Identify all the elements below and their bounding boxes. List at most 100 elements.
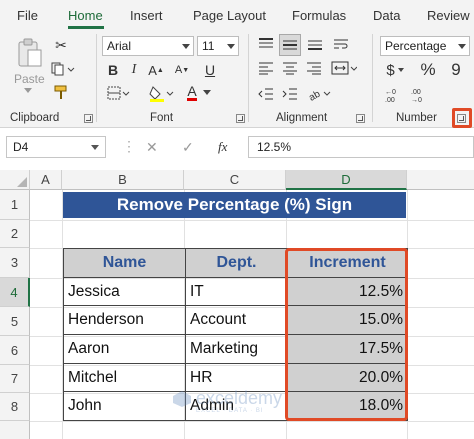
cell-name[interactable]: Mitchel	[63, 362, 186, 393]
enter-icon[interactable]: ✓	[182, 139, 194, 156]
tab-data[interactable]: Data	[373, 8, 400, 23]
gridline	[30, 421, 474, 422]
align-left-icon[interactable]	[256, 58, 276, 78]
clipboard-launcher-icon[interactable]	[84, 114, 93, 123]
comma-style-button[interactable]: 9	[446, 60, 466, 80]
clipboard-group-label: Clipboard	[10, 112, 60, 124]
alignment-group-label: Alignment	[276, 112, 328, 124]
column-header-c[interactable]: C	[184, 170, 286, 190]
decrease-decimal-icon[interactable]: .00 →0	[408, 84, 430, 106]
decrease-font-icon[interactable]: A ▼	[172, 60, 192, 80]
header-cell-name[interactable]: Name	[63, 248, 186, 278]
tab-page-layout[interactable]: Page Layout	[193, 8, 266, 23]
align-right-icon[interactable]	[304, 58, 324, 78]
column-header-a[interactable]: A	[30, 170, 62, 190]
font-family-select[interactable]: Arial	[102, 36, 194, 56]
cell-dept[interactable]: Admin	[185, 391, 288, 422]
ribbon-home: Paste ✂ Clipboard Arial 11 A ▲ A ▼ B I A U…	[0, 30, 474, 128]
font-group-label: Font	[150, 112, 174, 124]
underline-button[interactable]: U	[200, 60, 220, 80]
name-box[interactable]: D4	[6, 136, 106, 158]
cell-increment[interactable]: 17.5%	[287, 334, 408, 364]
percent-button[interactable]: %	[418, 60, 438, 80]
copy-icon[interactable]	[50, 60, 76, 78]
number-launcher-highlight	[452, 108, 472, 128]
cell-increment[interactable]: 15.0%	[287, 305, 408, 336]
ribbon-tab-bar: File Home Insert Page Layout Formulas Da…	[0, 0, 474, 30]
paste-dropdown-icon[interactable]	[24, 88, 32, 93]
merge-center-icon[interactable]	[330, 58, 358, 78]
group-divider	[96, 34, 97, 122]
row-header-1[interactable]: 1	[0, 190, 30, 220]
tab-home[interactable]: Home	[68, 8, 103, 23]
cell-name[interactable]: Jessica	[63, 276, 186, 307]
increase-font-icon[interactable]: A ▲	[146, 60, 166, 80]
header-cell-increment[interactable]: Increment	[287, 248, 408, 278]
italic-button[interactable]: I	[124, 60, 144, 80]
column-header-b[interactable]: B	[62, 170, 184, 190]
row-header-5[interactable]: 5	[0, 307, 30, 336]
svg-text:→0: →0	[411, 97, 422, 104]
borders-icon[interactable]	[104, 84, 134, 104]
row-header-8[interactable]: 8	[0, 393, 30, 421]
cell-name[interactable]: Aaron	[63, 334, 186, 364]
cell-dept[interactable]: Marketing	[185, 334, 288, 364]
sheet-title-cell[interactable]: Remove Percentage (%) Sign	[63, 192, 406, 218]
group-divider	[248, 34, 249, 122]
wrap-text-icon[interactable]	[331, 34, 351, 54]
svg-text:ab: ab	[308, 88, 323, 102]
row-header-4[interactable]: 4	[0, 278, 30, 307]
font-size-select[interactable]: 11	[197, 36, 239, 56]
bold-button[interactable]: B	[103, 60, 123, 80]
align-middle-icon[interactable]	[279, 34, 301, 56]
decrease-indent-icon[interactable]	[256, 84, 276, 104]
cell-dept[interactable]: HR	[185, 362, 288, 393]
cell-name[interactable]: Henderson	[63, 305, 186, 336]
row-header-3[interactable]: 3	[0, 248, 30, 278]
increase-indent-icon[interactable]	[280, 84, 300, 104]
cut-icon[interactable]: ✂	[52, 36, 70, 54]
cell-increment[interactable]: 20.0%	[287, 362, 408, 393]
group-divider	[372, 34, 373, 122]
table-row: Henderson Account 15.0%	[63, 305, 408, 336]
tab-insert[interactable]: Insert	[130, 8, 163, 23]
row-header-6[interactable]: 6	[0, 336, 30, 365]
number-group-label: Number	[396, 112, 437, 124]
font-color-button[interactable]: A	[184, 82, 214, 102]
tab-formulas[interactable]: Formulas	[292, 8, 346, 23]
number-format-select[interactable]: Percentage	[380, 36, 470, 56]
row-header-2[interactable]: 2	[0, 220, 30, 248]
increment-table: Name Dept. Increment Jessica IT 12.5% He…	[63, 248, 408, 422]
align-center-icon[interactable]	[280, 58, 300, 78]
formula-input[interactable]: 12.5%	[248, 136, 474, 158]
select-all-corner[interactable]	[0, 170, 30, 190]
align-bottom-icon[interactable]	[305, 34, 325, 54]
table-row: John Admin 18.0%	[63, 391, 408, 422]
font-launcher-icon[interactable]	[236, 114, 245, 123]
column-header-e[interactable]	[407, 170, 474, 190]
active-tab-indicator	[68, 26, 104, 29]
svg-text:.00: .00	[411, 89, 421, 96]
format-painter-icon[interactable]	[52, 84, 70, 102]
align-top-icon[interactable]	[256, 34, 276, 54]
row-header-7[interactable]: 7	[0, 365, 30, 393]
tab-file[interactable]: File	[17, 8, 38, 23]
cancel-icon[interactable]: ✕	[146, 139, 158, 156]
paste-icon[interactable]	[14, 36, 46, 70]
alignment-launcher-icon[interactable]	[356, 114, 365, 123]
cell-increment[interactable]: 18.0%	[287, 391, 408, 422]
increase-decimal-icon[interactable]: ←0.00	[382, 84, 404, 106]
paste-label[interactable]: Paste	[14, 72, 45, 86]
column-header-d[interactable]: D	[286, 170, 407, 190]
header-cell-dept[interactable]: Dept.	[185, 248, 288, 278]
cell-dept[interactable]: Account	[185, 305, 288, 336]
orientation-icon[interactable]: ab	[306, 84, 334, 104]
currency-button[interactable]: $	[382, 60, 408, 80]
cell-dept[interactable]: IT	[185, 276, 288, 307]
fill-color-icon[interactable]	[148, 84, 176, 104]
row-header-9[interactable]	[0, 421, 30, 439]
cell-increment[interactable]: 12.5%	[287, 276, 408, 307]
cell-name[interactable]: John	[63, 391, 186, 422]
insert-function-icon[interactable]: fx	[218, 139, 227, 155]
tab-review[interactable]: Review	[427, 8, 470, 23]
